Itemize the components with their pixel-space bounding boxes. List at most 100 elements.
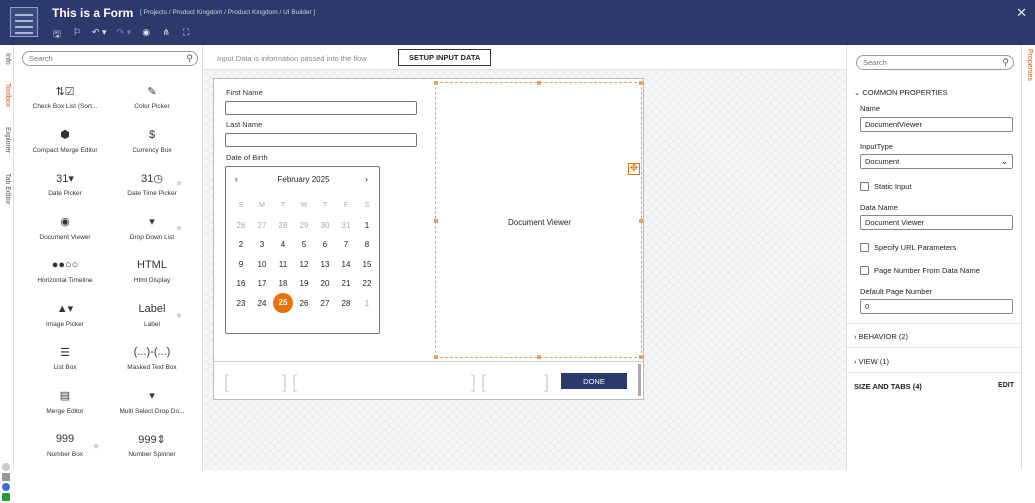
- undo-icon[interactable]: ↶ ▾: [92, 27, 107, 43]
- calendar-day[interactable]: 1: [357, 218, 377, 234]
- move-handle-icon[interactable]: ✥: [628, 163, 640, 175]
- tab-properties[interactable]: Properties: [1022, 49, 1035, 81]
- toolbox-item[interactable]: HTML Html Display: [106, 253, 198, 297]
- static-input-checkbox[interactable]: Static Input: [860, 182, 912, 191]
- calendar-day[interactable]: 5: [294, 237, 314, 253]
- edit-link[interactable]: EDIT: [998, 382, 1014, 389]
- calendar-day[interactable]: 19: [294, 276, 314, 292]
- calendar-day[interactable]: 14: [336, 257, 356, 273]
- toolbox-item[interactable]: (...)-(...) Masked Text Box: [106, 340, 198, 384]
- toolbox-item[interactable]: ⬢ Compact Merge Editor: [19, 123, 111, 167]
- preview-icon[interactable]: ◉: [141, 27, 151, 43]
- checkbox-icon[interactable]: [860, 182, 869, 191]
- setup-input-data-button[interactable]: SETUP INPUT DATA: [398, 49, 492, 66]
- warning-icon[interactable]: [2, 473, 10, 481]
- toolbox-item[interactable]: ◉ Document Viewer: [19, 210, 111, 254]
- tab-explorer[interactable]: Explorer: [0, 127, 14, 153]
- calendar-day[interactable]: 8: [357, 237, 377, 253]
- calendar-day[interactable]: 24: [252, 296, 272, 312]
- calendar-day[interactable]: 26: [231, 218, 251, 234]
- specify-url-checkbox[interactable]: Specify URL Parameters: [860, 243, 956, 252]
- calendar-day[interactable]: 22: [357, 276, 377, 292]
- input-type-select[interactable]: Document ⌄: [860, 154, 1013, 169]
- calendar-day[interactable]: 3: [252, 237, 272, 253]
- calendar-day[interactable]: 20: [315, 276, 335, 292]
- calendar-day[interactable]: 16: [231, 276, 251, 292]
- calendar-day[interactable]: 29: [294, 218, 314, 234]
- toolbox-item[interactable]: 31◷ Date Time Picker: [106, 166, 198, 210]
- save-icon[interactable]: 🖫: [52, 27, 62, 43]
- search-icon[interactable]: ⚲: [1002, 57, 1009, 68]
- favorite-star-icon[interactable]: ★: [175, 310, 183, 321]
- calendar-day-selected[interactable]: 25: [273, 292, 293, 313]
- properties-search-input[interactable]: [857, 56, 982, 69]
- calendar-day[interactable]: 10: [252, 257, 272, 273]
- favorite-star-icon[interactable]: ★: [175, 178, 183, 189]
- common-properties-header[interactable]: ⌄ COMMON PROPERTIES: [854, 88, 948, 97]
- search-icon[interactable]: ⚲: [186, 53, 193, 64]
- first-name-field[interactable]: [225, 101, 417, 115]
- tab-info[interactable]: Info: [0, 53, 14, 65]
- calendar-day[interactable]: 13: [315, 257, 335, 273]
- done-button[interactable]: DONE: [561, 373, 627, 389]
- tab-tab-editor[interactable]: Tab Editor: [0, 173, 14, 205]
- calendar-day[interactable]: 12: [294, 257, 314, 273]
- calendar-day[interactable]: 6: [315, 237, 335, 253]
- behavior-section[interactable]: › BEHAVIOR (2): [854, 332, 908, 341]
- calendar-day[interactable]: 30: [315, 218, 335, 234]
- share-icon[interactable]: ⋔: [161, 27, 171, 43]
- properties-search[interactable]: ⚲: [856, 55, 1014, 70]
- calendar-day[interactable]: 4: [273, 237, 293, 253]
- toolbox-item[interactable]: ▤ Merge Editor: [19, 384, 111, 428]
- calendar-day[interactable]: 15: [357, 257, 377, 273]
- toolbox-item[interactable]: 31▾ Date Picker: [19, 166, 111, 210]
- calendar-day[interactable]: 2: [231, 237, 251, 253]
- toolbox-item[interactable]: ▾ Multi Select Drop Do...: [106, 384, 198, 428]
- name-field[interactable]: DocumentViewer: [860, 117, 1013, 132]
- checkbox-icon[interactable]: [860, 266, 869, 275]
- fullscreen-icon[interactable]: ⛶: [181, 27, 191, 43]
- data-name-field[interactable]: Document Viewer: [860, 215, 1013, 230]
- page-number-from-data-checkbox[interactable]: Page Number From Data Name: [860, 266, 980, 275]
- calendar-day[interactable]: 23: [231, 296, 251, 312]
- calendar-day[interactable]: 26: [294, 296, 314, 312]
- toolbox-item[interactable]: Label Label: [106, 297, 198, 341]
- calendar-day[interactable]: 21: [336, 276, 356, 292]
- toolbox-item[interactable]: ●●○○ Horizontal Timeline: [19, 253, 111, 297]
- info-icon[interactable]: [2, 483, 10, 491]
- toolbox-search-input[interactable]: [23, 52, 163, 65]
- toolbox-item[interactable]: ▾ Drop Down List: [106, 210, 198, 254]
- toolbox-item[interactable]: ☰ List Box: [19, 340, 111, 384]
- calendar-day[interactable]: 27: [252, 218, 272, 234]
- calendar-day[interactable]: 9: [231, 257, 251, 273]
- redo-icon[interactable]: ↷ ▾: [117, 27, 132, 43]
- toolbox-item[interactable]: ✎ Color Picker: [106, 79, 198, 123]
- flag-icon[interactable]: ⚐: [72, 27, 82, 43]
- checkbox-icon[interactable]: [860, 243, 869, 252]
- success-icon[interactable]: [2, 493, 10, 501]
- calendar-day[interactable]: 11: [273, 257, 293, 273]
- close-icon[interactable]: ✕: [1016, 5, 1027, 21]
- calendar-day[interactable]: 7: [336, 237, 356, 253]
- calendar-day[interactable]: 31: [336, 218, 356, 234]
- favorite-star-icon[interactable]: ★: [92, 441, 100, 452]
- toolbox-item[interactable]: $ Currency Box: [106, 123, 198, 167]
- size-and-tabs-section[interactable]: SIZE AND TABS (4): [854, 382, 922, 391]
- toolbox-item[interactable]: 999⇕ Number Spinner: [106, 427, 198, 470]
- toolbox-item[interactable]: ⇅☑ Check Box List (Sort...: [19, 79, 111, 123]
- tab-toolbox[interactable]: Toolbox: [0, 83, 14, 107]
- calendar-day[interactable]: 28: [336, 296, 356, 312]
- calendar-day[interactable]: 27: [315, 296, 335, 312]
- toolbox-search[interactable]: ⚲: [22, 51, 198, 66]
- calendar-day[interactable]: 18: [273, 276, 293, 292]
- calendar-day[interactable]: 17: [252, 276, 272, 292]
- last-name-field[interactable]: [225, 133, 417, 147]
- default-page-field[interactable]: 0: [860, 299, 1013, 314]
- next-month-icon[interactable]: ›: [365, 174, 368, 184]
- favorite-star-icon[interactable]: ★: [175, 223, 183, 234]
- footer-scrollbar[interactable]: [638, 364, 641, 396]
- toolbox-item[interactable]: ▲▾ Image Picker: [19, 297, 111, 341]
- view-section[interactable]: › VIEW (1): [854, 357, 889, 366]
- calendar-day[interactable]: 28: [273, 218, 293, 234]
- calendar-day[interactable]: 1: [357, 296, 377, 312]
